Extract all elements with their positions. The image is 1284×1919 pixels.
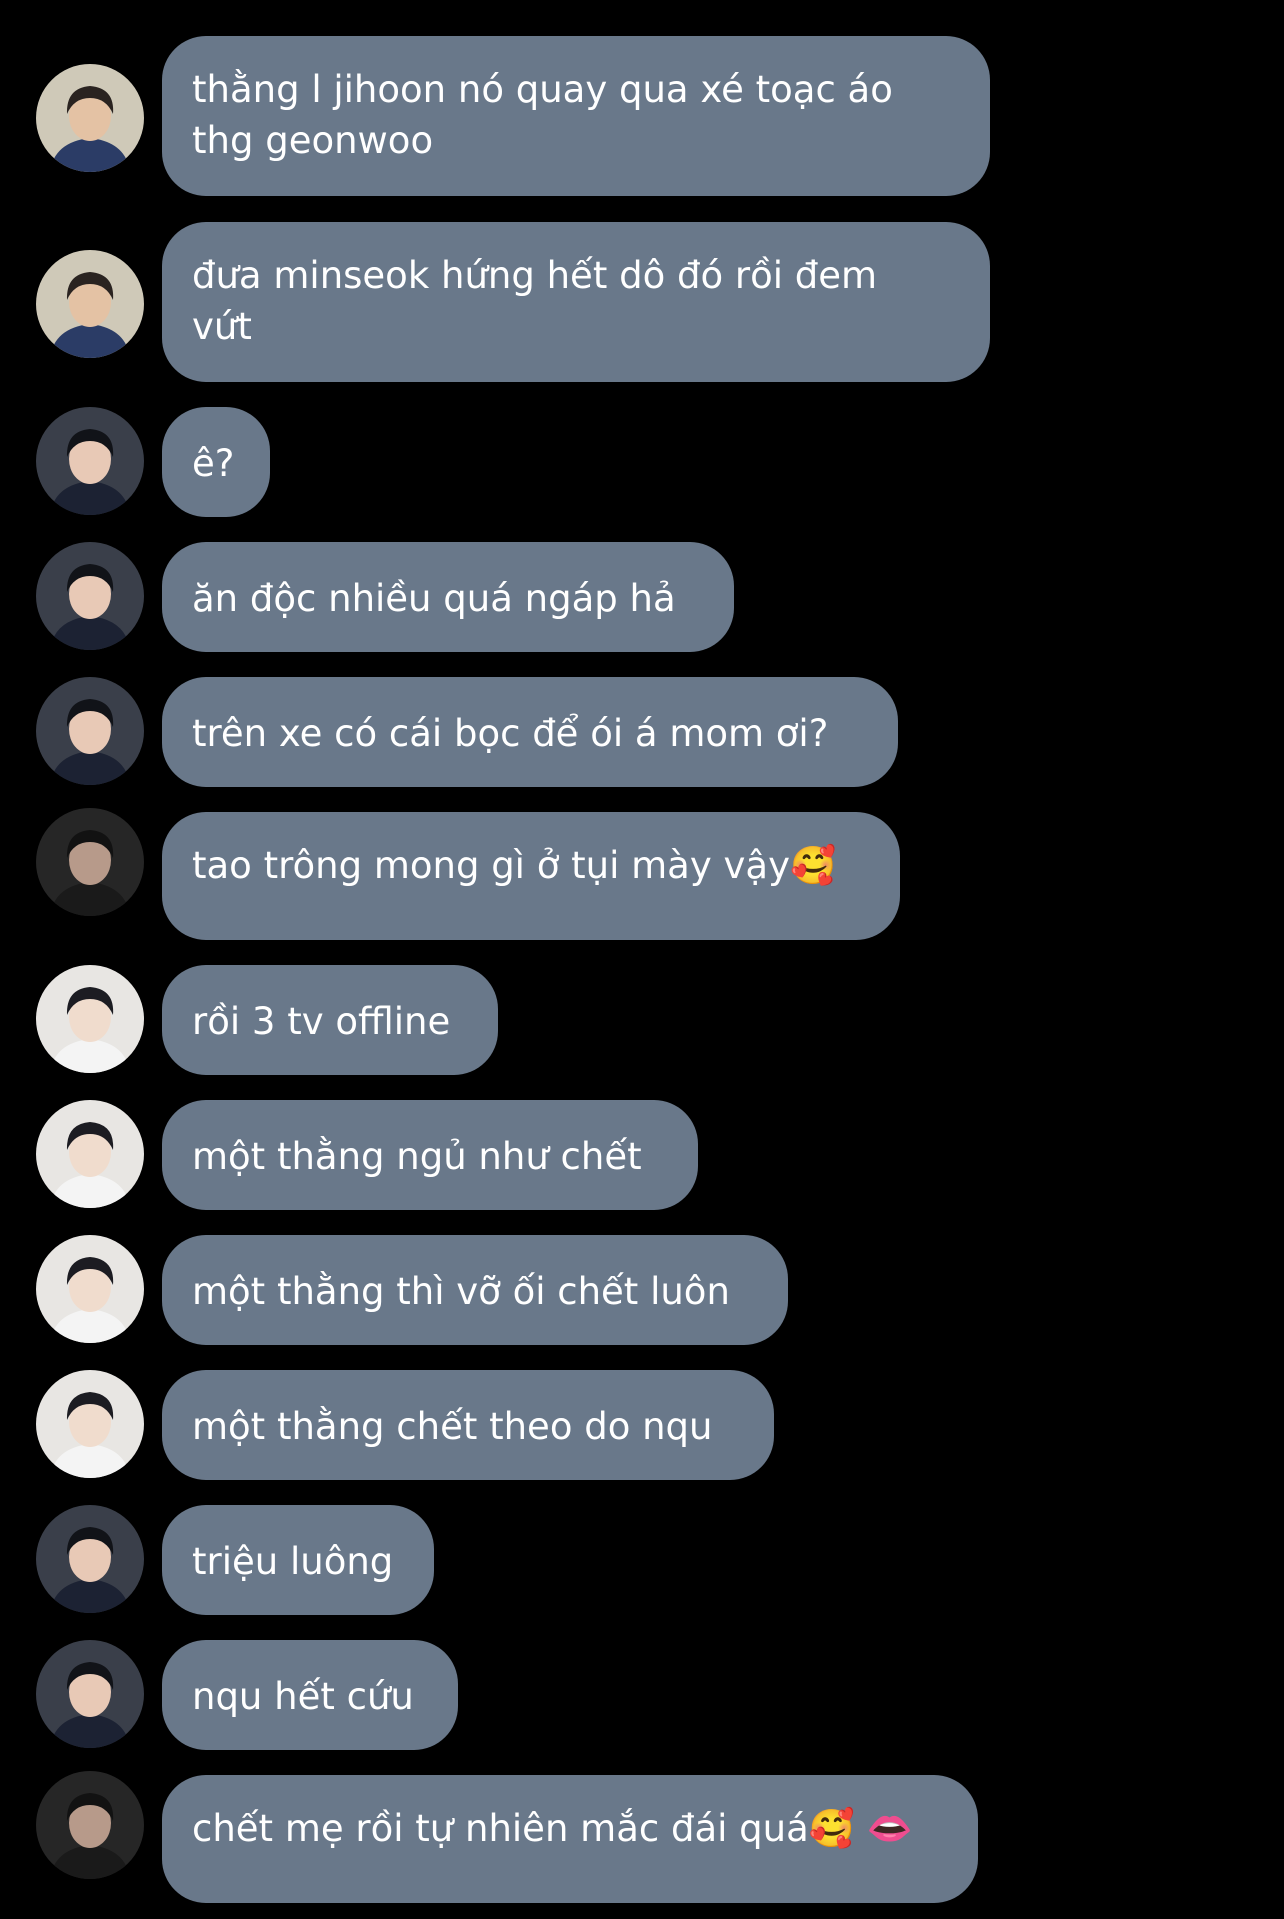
message-row: trên xe có cái bọc để ói á mom ơi? xyxy=(0,677,1284,787)
message-row: chết mẹ rồi tự nhiên mắc đái quá🥰 👄 xyxy=(0,1771,1284,1903)
message-bubble[interactable]: một thằng ngủ như chết xyxy=(162,1100,698,1210)
avatar-photo-user-a-icon[interactable] xyxy=(36,64,144,172)
avatar-photo-user-b-icon[interactable] xyxy=(36,1640,144,1748)
message-row: một thằng thì vỡ ối chết luôn xyxy=(0,1235,1284,1345)
avatar-photo-user-c-icon[interactable] xyxy=(36,1771,144,1879)
message-row: một thằng chết theo do nqu xyxy=(0,1370,1284,1480)
avatar-photo-user-d-icon[interactable] xyxy=(36,1370,144,1478)
message-bubble[interactable]: rồi 3 tv offline xyxy=(162,965,498,1075)
avatar-photo-user-d-icon[interactable] xyxy=(36,965,144,1073)
message-row: thằng l jihoon nó quay qua xé toạc áo th… xyxy=(0,36,1284,196)
message-row: rồi 3 tv offline xyxy=(0,965,1284,1075)
message-bubble[interactable]: đưa minseok hứng hết dô đó rồi đem vứt xyxy=(162,222,990,382)
avatar-photo-user-b-icon[interactable] xyxy=(36,1505,144,1613)
message-row: triệu luông xyxy=(0,1505,1284,1615)
message-bubble[interactable]: ăn độc nhiều quá ngáp hả xyxy=(162,542,734,652)
message-bubble[interactable]: trên xe có cái bọc để ói á mom ơi? xyxy=(162,677,898,787)
avatar-photo-user-c-icon[interactable] xyxy=(36,808,144,916)
avatar-photo-user-b-icon[interactable] xyxy=(36,407,144,515)
avatar-photo-user-b-icon[interactable] xyxy=(36,677,144,785)
avatar-photo-user-d-icon[interactable] xyxy=(36,1100,144,1208)
message-bubble[interactable]: thằng l jihoon nó quay qua xé toạc áo th… xyxy=(162,36,990,196)
message-row: ê? xyxy=(0,407,1284,517)
message-bubble[interactable]: nqu hết cứu xyxy=(162,1640,458,1750)
avatar-photo-user-d-icon[interactable] xyxy=(36,1235,144,1343)
avatar-photo-user-b-icon[interactable] xyxy=(36,542,144,650)
message-row: ăn độc nhiều quá ngáp hả xyxy=(0,542,1284,652)
message-bubble[interactable]: chết mẹ rồi tự nhiên mắc đái quá🥰 👄 xyxy=(162,1775,978,1903)
message-bubble[interactable]: một thằng chết theo do nqu xyxy=(162,1370,774,1480)
chat-thread[interactable]: thằng l jihoon nó quay qua xé toạc áo th… xyxy=(0,0,1284,1919)
message-row: nqu hết cứu xyxy=(0,1640,1284,1750)
message-bubble[interactable]: triệu luông xyxy=(162,1505,434,1615)
avatar-photo-user-a-icon[interactable] xyxy=(36,250,144,358)
message-bubble[interactable]: một thằng thì vỡ ối chết luôn xyxy=(162,1235,788,1345)
message-bubble[interactable]: ê? xyxy=(162,407,270,517)
message-row: một thằng ngủ như chết xyxy=(0,1100,1284,1210)
message-bubble[interactable]: tao trông mong gì ở tụi mày vậy🥰 xyxy=(162,812,900,940)
message-row: tao trông mong gì ở tụi mày vậy🥰 xyxy=(0,808,1284,940)
message-row: đưa minseok hứng hết dô đó rồi đem vứt xyxy=(0,222,1284,382)
